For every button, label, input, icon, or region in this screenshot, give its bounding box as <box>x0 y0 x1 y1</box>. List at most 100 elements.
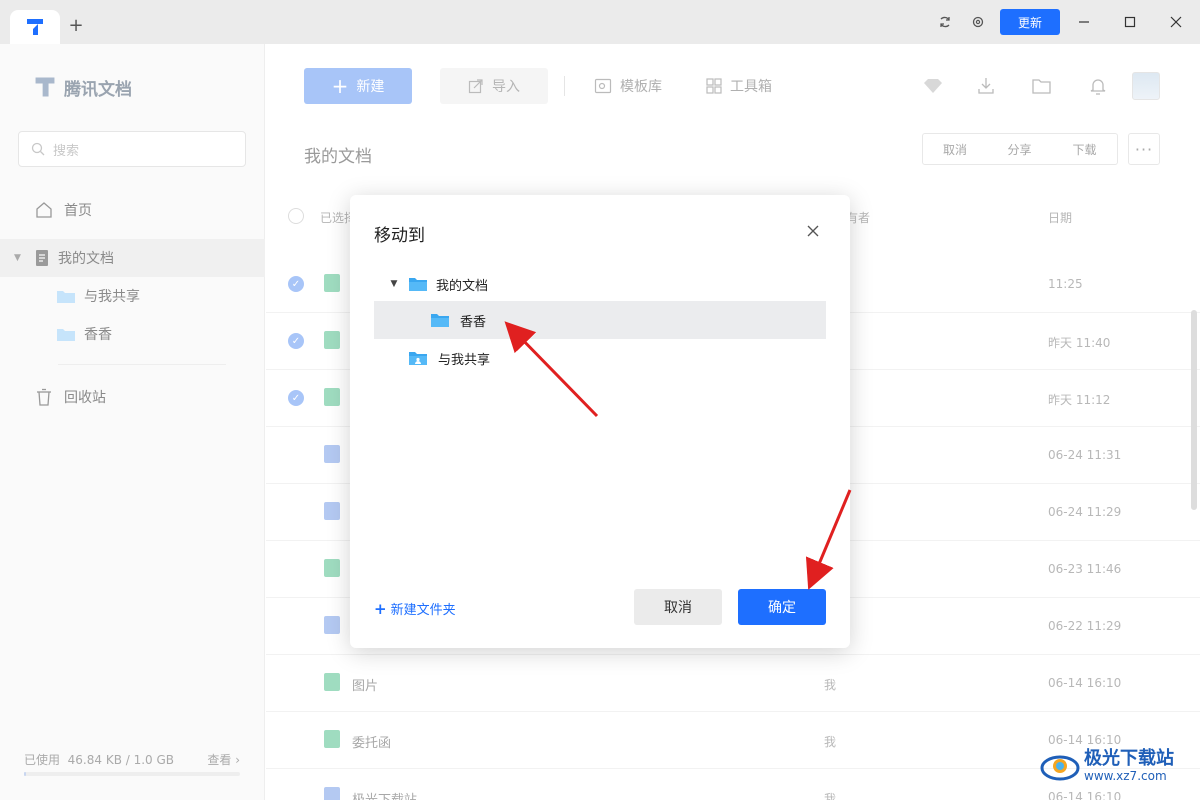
storage-info: 已使用 46.84 KB / 1.0 GB <box>24 751 174 768</box>
watermark-url: www.xz7.com <box>1084 769 1167 783</box>
close-window-icon[interactable] <box>1166 12 1186 32</box>
row-owner: 我 <box>824 678 837 692</box>
maximize-icon[interactable] <box>1120 12 1140 32</box>
import-button[interactable]: 导入 <box>440 68 548 104</box>
title-bar: + 更新 <box>0 0 1200 44</box>
expand-caret-icon[interactable]: ▼ <box>14 253 26 263</box>
new-button-label: 新建 <box>356 79 385 95</box>
row-date: 06-24 11:29 <box>1048 505 1122 519</box>
row-date: 06-24 11:31 <box>1048 448 1122 462</box>
storage-value: 46.84 KB / 1.0 GB <box>67 753 175 767</box>
import-button-label: 导入 <box>492 79 520 95</box>
plus-icon: + <box>331 74 349 98</box>
share-button[interactable]: 分享 <box>987 133 1053 165</box>
tree-item-xiangxiang[interactable]: 香香 <box>374 301 826 339</box>
import-icon <box>468 79 483 94</box>
tencent-docs-logo-icon <box>35 77 55 97</box>
new-folder-label: 新建文件夹 <box>390 603 456 618</box>
sync-icon[interactable] <box>936 13 954 31</box>
storage-progress-fill <box>24 772 27 776</box>
column-date[interactable]: 日期 <box>1048 209 1072 226</box>
row-date: 昨天 11:12 <box>1048 393 1111 407</box>
tree-item-shared[interactable]: 与我共享 <box>374 339 826 377</box>
tree-item-label: 我的文档 <box>436 278 489 294</box>
search-icon <box>31 142 45 156</box>
avatar[interactable] <box>1132 72 1160 100</box>
tencent-docs-logo-icon <box>27 19 43 35</box>
row-checkbox[interactable]: ✓ <box>288 276 304 292</box>
row-date: 11:25 <box>1048 277 1083 291</box>
watermark-text: 极光下载站 www.xz7.com <box>1084 748 1174 784</box>
sidebar-item-label: 首页 <box>64 203 92 219</box>
row-owner: 我 <box>824 735 837 749</box>
app-tab[interactable] <box>10 10 60 44</box>
spreadsheet-file-icon <box>324 559 340 577</box>
caret-down-icon[interactable]: ▼ <box>388 278 400 290</box>
sidebar-item-shared[interactable]: 与我共享 <box>0 277 265 315</box>
sidebar-item-label: 回收站 <box>64 390 106 406</box>
home-icon <box>34 200 54 220</box>
gear-icon[interactable] <box>969 13 987 31</box>
toolbar-separator <box>564 76 565 96</box>
new-button[interactable]: + 新建 <box>304 68 412 104</box>
sidebar-item-my-docs[interactable]: ▼ 我的文档 <box>0 239 265 277</box>
scrollbar[interactable] <box>1191 310 1197 510</box>
download-button[interactable]: 下载 <box>1052 133 1118 165</box>
spreadsheet-file-icon <box>324 388 340 406</box>
dialog-confirm-button[interactable]: 确定 <box>738 589 826 625</box>
sidebar-item-label: 香香 <box>84 327 112 343</box>
template-library-button[interactable]: 模板库 <box>594 76 662 96</box>
dialog-title: 移动到 <box>374 226 425 246</box>
minimize-icon[interactable] <box>1074 12 1094 32</box>
toolbox-label: 工具箱 <box>730 79 772 95</box>
row-date: 06-14 16:10 <box>1048 676 1122 690</box>
close-icon[interactable] <box>804 222 822 240</box>
bell-icon[interactable] <box>1087 75 1109 97</box>
table-row[interactable]: 图片 我 06-14 16:10 <box>266 655 1200 712</box>
spreadsheet-file-icon <box>324 673 340 691</box>
new-folder-button[interactable]: + 新建文件夹 <box>374 599 456 619</box>
sidebar-item-trash[interactable]: 回收站 <box>0 378 265 416</box>
sidebar-item-xiangxiang[interactable]: 香香 <box>0 315 265 353</box>
dialog-cancel-button[interactable]: 取消 <box>634 589 722 625</box>
move-to-dialog: 移动到 ▼ 我的文档 香香 与我共享 + 新建文件夹 取消 确定 <box>350 195 850 648</box>
sidebar-item-home[interactable]: 首页 <box>0 191 265 229</box>
row-date: 06-14 16:10 <box>1048 733 1122 747</box>
diamond-icon[interactable] <box>922 75 944 97</box>
storage-usage: 已使用 46.84 KB / 1.0 GB 查看 › <box>24 751 240 768</box>
search-input[interactable]: 搜索 <box>18 131 246 167</box>
toolbox-button[interactable]: 工具箱 <box>706 76 772 96</box>
new-tab-button[interactable]: + <box>66 15 86 36</box>
folder-open-icon[interactable] <box>1031 75 1053 97</box>
download-icon[interactable] <box>975 75 997 97</box>
app-logo: 腾讯文档 <box>32 74 132 100</box>
tree-item-my-docs[interactable]: ▼ 我的文档 <box>374 265 826 303</box>
spreadsheet-file-icon <box>324 274 340 292</box>
folder-icon <box>408 276 428 292</box>
template-icon <box>594 78 612 94</box>
page-title: 我的文档 <box>304 147 372 167</box>
watermark-title: 极光下载站 <box>1084 748 1174 769</box>
row-date: 06-22 11:29 <box>1048 619 1122 633</box>
search-placeholder: 搜索 <box>53 143 80 159</box>
spreadsheet-file-icon <box>324 730 340 748</box>
template-library-label: 模板库 <box>620 79 662 95</box>
plus-icon: + <box>374 599 387 618</box>
folder-icon <box>430 312 450 328</box>
sidebar-item-label: 我的文档 <box>58 251 114 267</box>
spreadsheet-file-icon <box>324 331 340 349</box>
row-checkbox[interactable]: ✓ <box>288 390 304 406</box>
app-name: 腾讯文档 <box>64 79 132 100</box>
row-owner: 我 <box>824 792 837 800</box>
row-name: 极光下载站 <box>352 789 417 800</box>
tree-item-label: 香香 <box>460 314 487 330</box>
select-all-checkbox[interactable] <box>288 208 304 224</box>
watermark-logo-icon <box>1040 755 1080 781</box>
shared-folder-icon <box>408 350 428 366</box>
cancel-selection-button[interactable]: 取消 <box>922 133 988 165</box>
storage-view-link[interactable]: 查看 › <box>207 751 240 768</box>
trash-icon <box>34 387 54 407</box>
more-options-button[interactable]: ··· <box>1128 133 1160 165</box>
update-button[interactable]: 更新 <box>1000 9 1060 35</box>
row-checkbox[interactable]: ✓ <box>288 333 304 349</box>
